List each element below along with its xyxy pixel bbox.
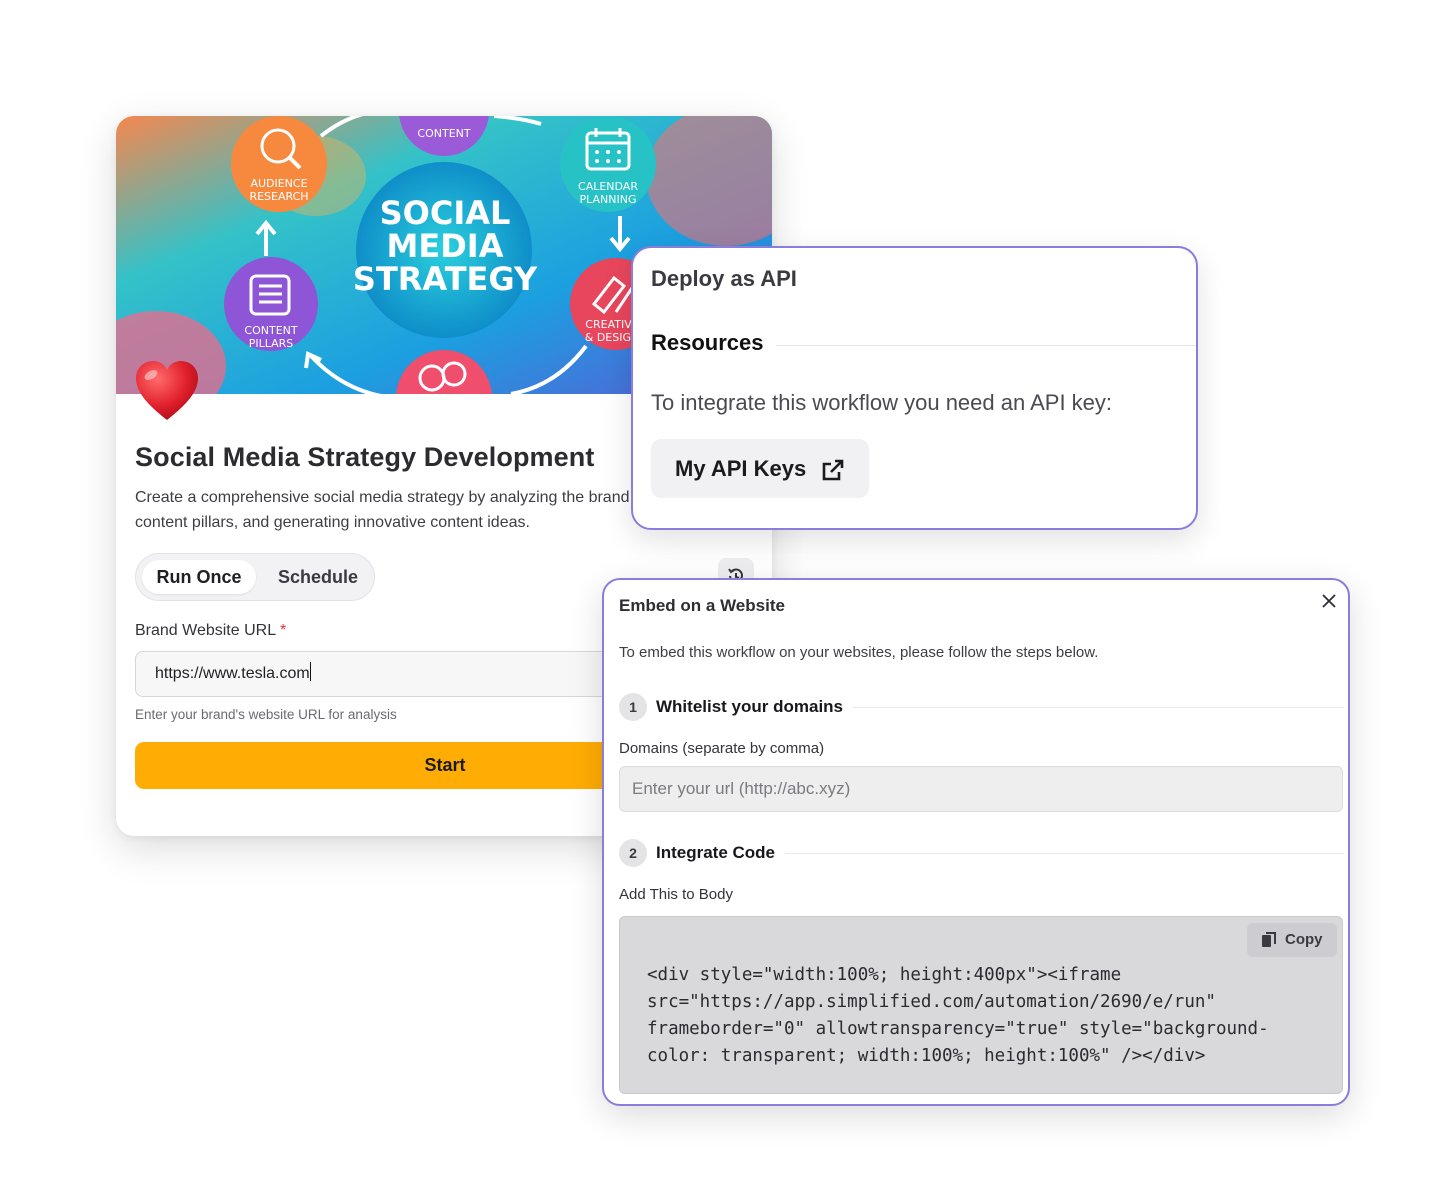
hero-node-content: CONTENT bbox=[417, 127, 470, 140]
my-api-keys-button[interactable]: My API Keys bbox=[651, 439, 869, 498]
hero-title-line-3: STRATEGY bbox=[353, 260, 538, 298]
domains-label: Domains (separate by comma) bbox=[619, 740, 825, 757]
embed-panel-title: Embed on a Website bbox=[619, 596, 785, 615]
api-key-instructions: To integrate this workflow you need an A… bbox=[651, 390, 1113, 415]
code-label: Add This to Body bbox=[619, 886, 733, 903]
step-whitelist: 1 Whitelist your domains bbox=[619, 693, 1344, 723]
copy-label: Copy bbox=[1285, 931, 1323, 948]
code-line: <div style="width:100%; height:400px"><i… bbox=[647, 965, 1122, 985]
embed-panel: Embed on a Website To embed this workflo… bbox=[602, 578, 1350, 1106]
tab-run-once[interactable]: Run Once bbox=[142, 560, 256, 594]
step-title: Integrate Code bbox=[656, 843, 786, 863]
embed-code: <div style="width:100%; height:400px"><i… bbox=[647, 962, 1317, 1070]
step-number-badge: 2 bbox=[619, 839, 647, 867]
run-mode-toggle: Run Once Schedule bbox=[135, 553, 375, 601]
brand-url-label: Brand Website URL * bbox=[135, 622, 287, 639]
embed-intro: To embed this workflow on your websites,… bbox=[619, 644, 1099, 661]
step-integrate-code: 2 Integrate Code bbox=[619, 839, 1344, 869]
code-line: frameborder="0" allowtransparency="true"… bbox=[647, 1019, 1269, 1039]
api-panel-title: Deploy as API bbox=[651, 266, 797, 291]
hero-node-pillars-1: CONTENT bbox=[244, 324, 297, 337]
workflow-title: Social Media Strategy Development bbox=[135, 442, 595, 472]
tab-schedule[interactable]: Schedule bbox=[272, 560, 364, 594]
domains-input[interactable]: Enter your url (http://abc.xyz) bbox=[619, 766, 1343, 812]
step-number-badge: 1 bbox=[619, 693, 647, 721]
hero-node-audience-1: AUDIENCE bbox=[250, 177, 307, 190]
hero-node-audience-2: RESEARCH bbox=[249, 190, 308, 203]
code-line: src="https://app.simplified.com/automati… bbox=[647, 992, 1216, 1012]
resources-heading: Resources bbox=[651, 330, 776, 356]
embed-code-block[interactable]: Copy <div style="width:100%; height:400p… bbox=[619, 916, 1343, 1094]
copy-button[interactable]: Copy bbox=[1247, 923, 1337, 957]
code-line: color: transparent; width:100%; height:1… bbox=[647, 1046, 1206, 1066]
hero-node-calendar-1: CALENDAR bbox=[578, 180, 638, 193]
resources-section: Resources bbox=[651, 330, 1196, 360]
required-mark: * bbox=[279, 622, 287, 639]
deploy-api-panel: Deploy as API Resources To integrate thi… bbox=[631, 246, 1198, 530]
heart-icon bbox=[136, 361, 198, 420]
close-icon[interactable] bbox=[1318, 590, 1340, 612]
step-title: Whitelist your domains bbox=[656, 697, 854, 717]
my-api-keys-label: My API Keys bbox=[675, 456, 807, 481]
hero-node-pillars-2: PILLARS bbox=[249, 337, 294, 350]
external-link-icon bbox=[822, 459, 844, 481]
hero-node-calendar-2: PLANNING bbox=[580, 193, 637, 206]
copy-icon bbox=[1262, 932, 1276, 947]
brand-url-hint: Enter your brand's website URL for analy… bbox=[135, 707, 397, 722]
